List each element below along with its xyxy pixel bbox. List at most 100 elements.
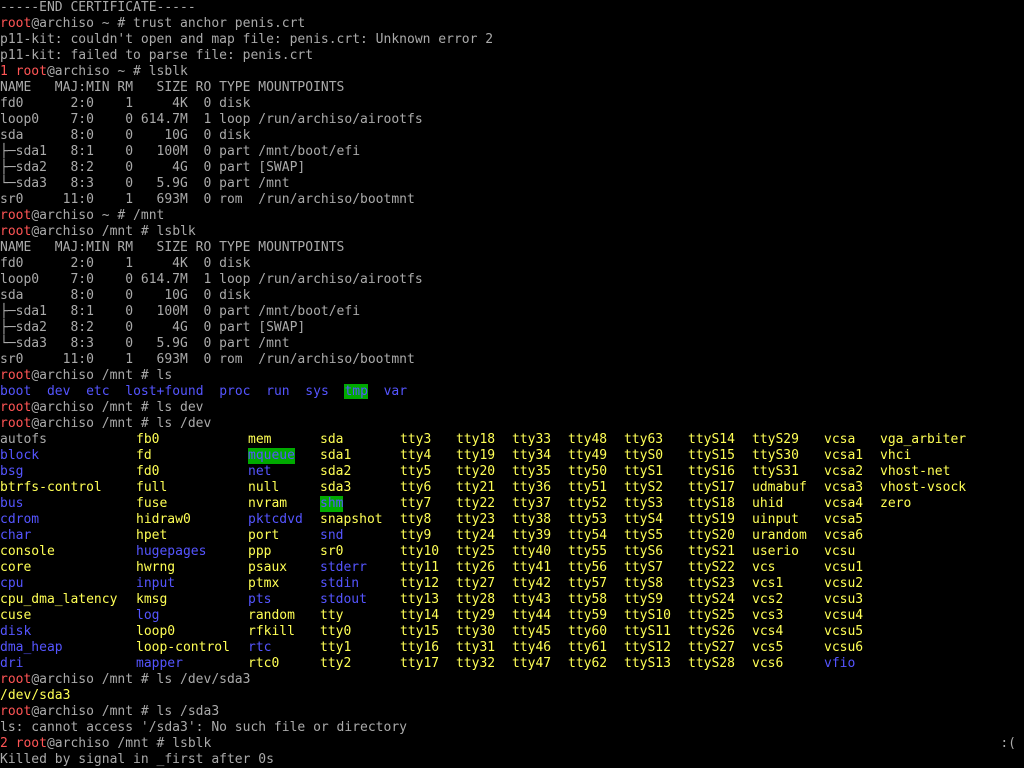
dev-entry: ttyS7 [624, 560, 664, 575]
dev-entry: tty29 [456, 608, 496, 623]
dev-entry: ttyS9 [624, 592, 664, 607]
dev-entry: vcs5 [752, 640, 784, 655]
terminal-line-seg: sda 8:0 0 10G 0 disk [0, 128, 251, 143]
dev-entry: tty60 [568, 624, 608, 639]
dev-entry: ttyS10 [624, 608, 671, 623]
dev-entry: dma_heap [0, 640, 63, 655]
dev-entry: tty36 [512, 480, 552, 495]
dev-entry: tty28 [456, 592, 496, 607]
dev-entry: log [136, 608, 160, 623]
status-indicator: :( [1000, 736, 1016, 751]
dev-entry: tty20 [456, 464, 496, 479]
terminal-line: ├─sda1 8:1 0 100M 0 part /mnt/boot/efi [0, 144, 360, 160]
terminal-line-seg [110, 384, 126, 399]
dev-entry: tty54 [568, 528, 608, 543]
terminal-line: sda 8:0 0 10G 0 disk [0, 288, 250, 304]
dev-entry: urandom [752, 528, 807, 543]
dev-entry: hpet [136, 528, 168, 543]
terminal-line-seg: tmp [344, 384, 368, 399]
dev-entry: ttyS13 [624, 656, 671, 671]
terminal-line: Killed by signal in _first after 0s [0, 752, 274, 768]
dev-entry: ttyS12 [624, 640, 671, 655]
terminal-line: fd0 2:0 1 4K 0 disk [0, 96, 250, 112]
dev-entry: ttyS1 [624, 464, 664, 479]
terminal-line-seg: run [266, 384, 290, 399]
dev-entry: ttyS22 [688, 560, 735, 575]
dev-entry: ppp [248, 544, 272, 559]
dev-entry: tty58 [568, 592, 608, 607]
dev-entry: rtc0 [248, 656, 280, 671]
dev-entry: tty1 [320, 640, 352, 655]
terminal-line-seg: 2 root [0, 736, 47, 751]
dev-entry: vcsa3 [824, 480, 864, 495]
terminal-line: boot dev etc lost+found proc run sys tmp… [0, 384, 407, 400]
dev-entry: tty33 [512, 432, 552, 447]
dev-entry: vcsu4 [824, 608, 864, 623]
dev-entry: tty3 [400, 432, 432, 447]
dev-entry: ttyS28 [688, 656, 735, 671]
terminal-line-seg: root [0, 208, 32, 223]
terminal-line-seg: sr0 11:0 1 693M 0 rom /run/archiso/bootm… [0, 352, 415, 367]
dev-entry: tty6 [400, 480, 432, 495]
dev-entry: ttyS19 [688, 512, 735, 527]
dev-entry: cpu [0, 576, 24, 591]
terminal-line-seg: @archiso /mnt # lsblk [31, 224, 196, 239]
terminal-line: loop0 7:0 0 614.7M 1 loop /run/archiso/a… [0, 112, 423, 128]
terminal-line-seg: fd0 2:0 1 4K 0 disk [0, 96, 251, 111]
dev-entry: tty30 [456, 624, 496, 639]
dev-entry: udmabuf [752, 480, 807, 495]
terminal-line-seg: @archiso /mnt # lsblk [46, 736, 212, 751]
dev-entry: vcsa1 [824, 448, 864, 463]
terminal-line-seg [329, 384, 345, 399]
terminal-line-seg: root [0, 16, 32, 31]
terminal-line-seg: @archiso ~ # lsblk [46, 64, 188, 79]
dev-entry: fd [136, 448, 152, 463]
dev-entry: tty34 [512, 448, 552, 463]
dev-entry: port [248, 528, 280, 543]
dev-entry: ttyS20 [688, 528, 735, 543]
terminal-line-seg: NAME MAJ:MIN RM SIZE RO TYPE MOUNTPOINTS [0, 240, 345, 255]
dev-entry: zero [880, 496, 912, 511]
terminal-line: 2 root@archiso /mnt # lsblk [0, 736, 211, 752]
dev-entry: vcs2 [752, 592, 784, 607]
dev-entry: tty22 [456, 496, 496, 511]
dev-entry: fuse [136, 496, 168, 511]
dev-entry: tty16 [400, 640, 440, 655]
terminal-line: root@archiso ~ # trust anchor penis.crt [0, 16, 305, 32]
dev-entry: userio [752, 544, 799, 559]
dev-entry: tty5 [400, 464, 432, 479]
dev-entry: cdrom [0, 512, 40, 527]
dev-entry: tty13 [400, 592, 440, 607]
dev-entry: tty50 [568, 464, 608, 479]
terminal-line-seg: @archiso /mnt # ls dev [31, 400, 204, 415]
terminal-screen[interactable]: -----END CERTIFICATE----- root@archiso ~ … [0, 0, 1024, 768]
dev-entry: net [248, 464, 272, 479]
dev-entry: autofs [0, 432, 47, 447]
dev-listing-row: cuse log random tty tty14 tty29 tty44 tty59 ttyS… [0, 608, 1024, 624]
terminal-line: root@archiso ~ # /mnt [0, 208, 164, 224]
terminal-line-seg: boot [0, 384, 32, 399]
dev-entry: mem [248, 432, 272, 447]
dev-entry: vga_arbiter [880, 432, 967, 447]
terminal-line-seg: lost+found [125, 384, 204, 399]
dev-entry: tty27 [456, 576, 496, 591]
dev-entry: input [136, 576, 176, 591]
dev-entry: uhid [752, 496, 784, 511]
terminal-line-seg: loop0 7:0 0 614.7M 1 loop /run/archiso/a… [0, 272, 423, 287]
dev-listing-row: dma_heap loop-control rtc tty1 tty16 tty31 tty… [0, 640, 1024, 656]
dev-entry: tty56 [568, 560, 608, 575]
dev-entry: tty55 [568, 544, 608, 559]
dev-entry: tty18 [456, 432, 496, 447]
dev-entry: tty2 [320, 656, 352, 671]
terminal-line-seg: └─sda3 8:3 0 5.9G 0 part /mnt [0, 176, 290, 191]
terminal-line-seg: NAME MAJ:MIN RM SIZE RO TYPE MOUNTPOINTS [0, 80, 345, 95]
dev-entry: tty57 [568, 576, 608, 591]
terminal-line: p11-kit: failed to parse file: penis.crt [0, 48, 313, 64]
dev-entry: tty25 [456, 544, 496, 559]
dev-entry: ttyS6 [624, 544, 664, 559]
dev-entry: tty37 [512, 496, 552, 511]
dev-entry: null [248, 480, 280, 495]
terminal-line: root@archiso /mnt # ls /dev/sda3 [0, 672, 250, 688]
terminal-line-seg [31, 384, 47, 399]
dev-entry: ttyS30 [752, 448, 799, 463]
